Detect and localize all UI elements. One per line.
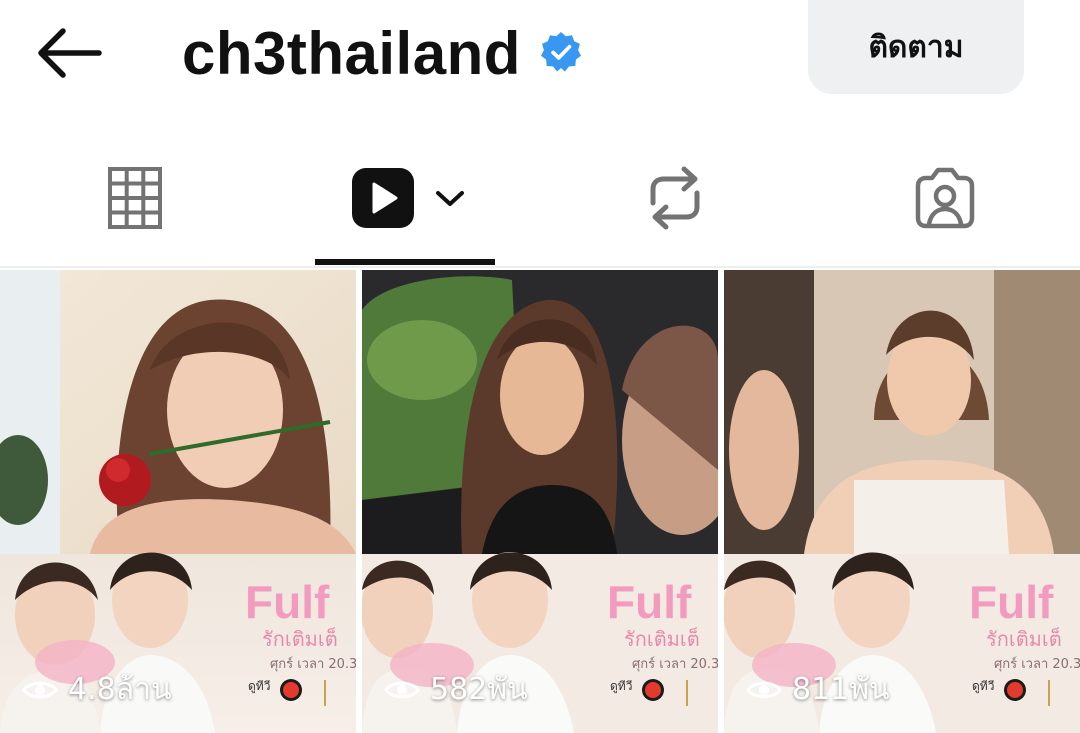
profile-tabs [0,132,1080,266]
poster-time: ศุกร์ เวลา 20.3 [632,656,718,672]
tab-divider [0,266,1080,268]
reel-thumbnail[interactable]: Fulf รักเติมเต็ ศุกร์ เวลา 20.3 ดูทีวี 8… [724,270,1080,733]
poster-subtitle: รักเติมเต็ [262,626,338,651]
view-count-text: 582พัน [430,672,528,707]
view-count: 4.8ล้าน [22,666,171,713]
reels-icon [352,168,414,228]
reel-image: Fulf รักเติมเต็ ศุกร์ เวลา 20.3 ดูทีวี [0,270,356,733]
poster-time: ศุกร์ เวลา 20.3 [270,656,356,672]
active-tab-indicator [315,259,495,265]
poster-subtitle: รักเติมเต็ [624,626,700,651]
poster-channel: ดูทีวี [248,679,270,694]
tab-reels[interactable] [330,132,490,264]
profile-header: ch3thailand ติดตาม [0,0,1080,110]
poster-channel: ดูทีวี [610,679,632,694]
eye-icon [746,681,782,698]
reel-image: Fulf รักเติมเต็ ศุกร์ เวลา 20.3 ดูทีวี [362,270,718,733]
reel-thumbnail[interactable]: Fulf รักเติมเต็ ศุกร์ เวลา 20.3 ดูทีวี 4… [0,270,356,733]
tagged-person-icon [915,167,975,229]
tab-tagged[interactable] [870,132,1020,264]
poster-title: Fulf [969,576,1054,628]
follow-button[interactable]: ติดตาม [808,0,1024,94]
reel-image: Fulf รักเติมเต็ ศุกร์ เวลา 20.3 ดูทีวี [724,270,1080,733]
grid-icon [108,167,162,229]
profile-username: ch3thailand [182,19,521,87]
view-count: 582พัน [384,666,528,713]
chevron-down-icon[interactable] [430,183,470,213]
reels-grid: Fulf รักเติมเต็ ศุกร์ เวลา 20.3 ดูทีวี 4… [0,270,1080,733]
poster-time: ศุกร์ เวลา 20.3 [994,656,1080,672]
tab-posts[interactable] [60,132,210,264]
poster-channel: ดูทีวี [972,679,994,694]
eye-icon [384,681,420,698]
view-count-text: 4.8ล้าน [68,672,172,707]
arrow-left-icon [38,28,102,78]
poster-title: Fulf [245,576,330,628]
verified-badge-icon [541,32,581,72]
poster-subtitle: รักเติมเต็ [986,626,1062,651]
eye-icon [22,681,58,698]
reel-thumbnail[interactable]: Fulf รักเติมเต็ ศุกร์ เวลา 20.3 ดูทีวี 5… [362,270,718,733]
view-count-text: 811พัน [792,672,890,707]
back-button[interactable] [30,20,106,86]
repost-icon [650,166,700,230]
tab-reposts[interactable] [600,132,750,264]
poster-title: Fulf [607,576,692,628]
view-count: 811พัน [746,666,890,713]
